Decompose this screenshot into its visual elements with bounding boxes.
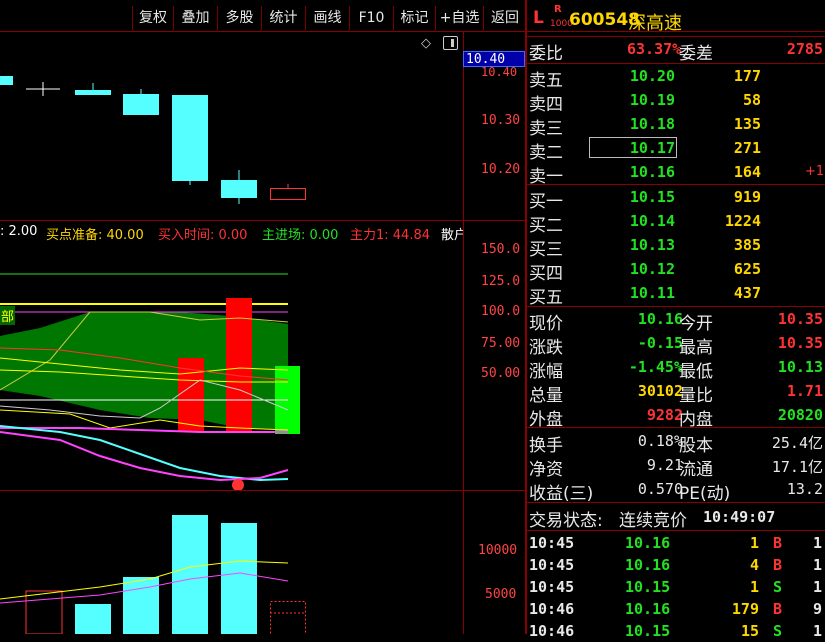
stat-row: 净资 9.21 流通 17.1亿 xyxy=(529,456,823,480)
commission-row: 委比 63.37% 委差 2785 xyxy=(529,40,823,64)
buy-level-5: 买五 10.11 437 xyxy=(529,284,761,308)
candle-6 xyxy=(221,180,257,198)
margin-badge: R xyxy=(554,4,562,15)
candle-5 xyxy=(172,95,208,181)
indicator-tick-label: 150.0 xyxy=(481,242,521,257)
stat-row: 收益(三) 0.570 PE(动) 13.2 xyxy=(529,480,823,504)
stat-row: 换手 0.18% 股本 25.4亿 xyxy=(529,432,823,456)
chart-toolbar: 复权 叠加 多股 统计 画线 F10 标记 +自选 返回 xyxy=(0,6,525,30)
candle-7 xyxy=(270,188,306,200)
sell-level-1: 卖一 10.16 164 +1 xyxy=(529,163,825,187)
buy-level-3: 买三 10.13 385 xyxy=(529,236,761,260)
indicator-tick-label: 50.00 xyxy=(481,366,521,381)
restore-rights-button[interactable]: 复权 xyxy=(132,6,173,30)
multi-stock-button[interactable]: 多股 xyxy=(217,6,261,30)
sell-level-4: 卖四 10.19 58 xyxy=(529,91,761,115)
tick-row: 10:46 10.16 179 B 9 xyxy=(529,600,823,618)
indicator-chart xyxy=(0,273,300,490)
volume-bar xyxy=(123,577,159,634)
candle-4 xyxy=(123,94,159,115)
price-tick-label: 10.30 xyxy=(481,113,521,128)
indicator-band-label: 部 xyxy=(0,306,16,325)
commission-ratio: 63.37% xyxy=(627,40,682,58)
tick-row: 10:46 10.15 15 S 1 xyxy=(529,622,823,640)
volume-bar xyxy=(270,601,306,634)
tick-row: 10:45 10.15 1 S 1 xyxy=(529,578,823,596)
price-chart xyxy=(0,76,306,204)
indicator-tick-label: 100.0 xyxy=(481,304,521,319)
stat-row: 现价 10.16 今开 10.35 xyxy=(529,310,823,334)
buy-level-4: 买四 10.12 625 xyxy=(529,260,761,284)
price-tick-label: 10.40 xyxy=(481,65,518,79)
sell-level-3: 卖三 10.18 135 xyxy=(529,115,761,139)
sell-level-5: 卖五 10.20 177 xyxy=(529,67,761,91)
stock-name: 深高速 xyxy=(628,13,682,34)
signal-marker xyxy=(232,479,244,490)
sell-level-2: 卖二 10.17 271 xyxy=(529,137,761,163)
stock-header: L R 1000 600548 深高速 xyxy=(527,0,825,36)
candle-3 xyxy=(75,90,111,95)
statistics-button[interactable]: 统计 xyxy=(261,6,305,30)
volume-bar xyxy=(221,523,257,634)
f10-button[interactable]: F10 xyxy=(349,6,393,30)
back-button[interactable]: 返回 xyxy=(483,6,526,30)
add-watchlist-button[interactable]: +自选 xyxy=(435,6,483,30)
commission-diff: 2785 xyxy=(786,40,823,58)
buy-level-1: 买一 10.15 919 xyxy=(529,188,761,212)
volume-bar xyxy=(25,590,63,634)
price-tick-label: 10.20 xyxy=(481,162,521,177)
volume-bar xyxy=(172,515,208,634)
draw-line-button[interactable]: 画线 xyxy=(305,6,349,30)
indicator-tick-label: 75.00 xyxy=(481,336,521,351)
indicator-tick-label: 125.0 xyxy=(481,274,521,289)
volume-chart xyxy=(0,515,306,634)
buy-level-2: 买二 10.14 1224 xyxy=(529,212,761,236)
quote-panel: L R 1000 600548 深高速 委比 63.37% 委差 2785 卖五… xyxy=(527,0,825,640)
candle-1 xyxy=(0,76,13,85)
tick-row: 10:45 10.16 4 B 1 xyxy=(529,556,823,574)
stat-row: 总量 30102 量比 1.71 xyxy=(529,382,823,406)
mark-button[interactable]: 标记 xyxy=(393,6,435,30)
stat-row: 涨跌 -0.15 最高 10.35 xyxy=(529,334,823,358)
stat-row: 涨幅 -1.45% 最低 10.13 xyxy=(529,358,823,382)
trade-status: 交易状态: 连续竞价 10:49:07 xyxy=(529,508,776,531)
volume-tick-label: 10000 xyxy=(478,543,518,558)
indicator-value-a: : 2.00 xyxy=(0,224,38,239)
level-badge: L xyxy=(533,8,544,28)
volume-tick-label: 5000 xyxy=(485,587,517,602)
main-indicator-divider xyxy=(0,220,525,221)
overlay-button[interactable]: 叠加 xyxy=(173,6,217,30)
stat-row: 外盘 9282 内盘 20820 xyxy=(529,406,823,430)
axis-divider xyxy=(463,31,464,634)
tick-row: 10:45 10.16 1 B 1 xyxy=(529,534,823,552)
volume-bar xyxy=(75,604,111,634)
